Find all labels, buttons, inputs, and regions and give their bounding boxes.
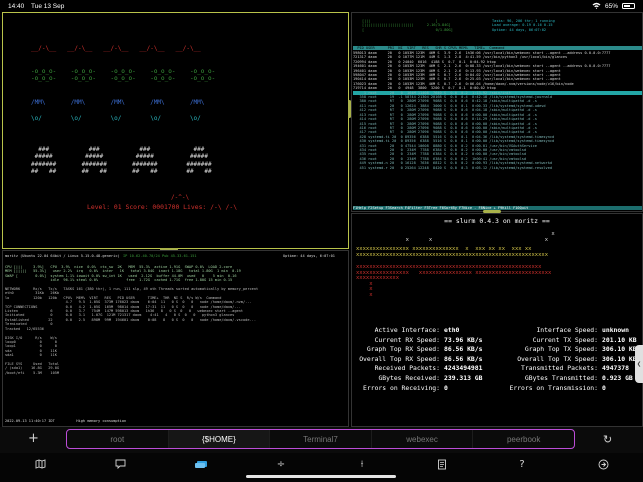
- htop-summary: Tasks: 96, 206 thr; 1 running Load avera…: [492, 19, 555, 32]
- slurm-stat-label: Errors on Transmission:: [509, 383, 599, 392]
- slurm-stat-value: unknown: [602, 326, 629, 334]
- game-row: ##### ##### ##### #####: [31, 153, 209, 160]
- slurm-stat-row: Graph Top TX Speed: 306.10 KB: [502, 345, 637, 355]
- slurm-stat-row: Errors on Receiving: 0: [352, 384, 482, 394]
- game-row: -o_o_o- -o_o_o- -o_o_o- -o_o_o- -o_o_o-: [31, 75, 216, 82]
- slurm-stat-row: Overall Top RX Speed: 86.56 KB/s: [352, 355, 482, 365]
- slurm-stat-label: Overall Top TX Speed:: [517, 354, 598, 363]
- slurm-stat-row: Received Packets: 4243494981: [352, 364, 483, 374]
- divide-icon[interactable]: ÷: [273, 459, 289, 470]
- slurm-stat-row: Transmitted Packets: 4947378: [502, 364, 637, 374]
- slurm-stats-rx: Active Interface: eth0 Current RX Speed: 73…: [352, 326, 482, 393]
- glances-line: /boot/efi 5.3M 105M: [5, 370, 60, 375]
- tab-webexec[interactable]: webexec: [372, 430, 474, 448]
- glances-footer: 2022-09-13 11:40:17 IDT High memory cons…: [5, 419, 127, 423]
- status-left: 14:40 Tue 13 Sep: [8, 3, 69, 10]
- split-icon[interactable]: ⟊: [354, 459, 370, 470]
- slurm-stat-label: Received Packets:: [374, 364, 440, 373]
- slurm-stat-value: 86.56 KB/s: [444, 345, 483, 354]
- htop-cpu-bars: [||| ] [||||||||||||||||||||||| 2.16/3.8…: [362, 19, 453, 32]
- slurm-stat-row: Overall Top TX Speed: 306.10 KB: [502, 354, 637, 365]
- tab-bar: + root {$HOME} Terminal7 webexec peerbook ↻: [0, 427, 643, 453]
- status-right: 65%: [592, 2, 635, 11]
- htop-process-list[interactable]: 598013 daxm 20 0 1053M 123M 46M S 3.9 2.…: [353, 51, 642, 170]
- pane-game[interactable]: __/-\__ __/-\__ __/-\__ __/-\__ __/-\__ -…: [2, 12, 349, 249]
- home-indicator[interactable]: [246, 475, 396, 478]
- log-icon[interactable]: [434, 459, 450, 473]
- tab-home[interactable]: {$HOME}: [168, 430, 271, 448]
- keyboard-icon[interactable]: [193, 459, 209, 472]
- refresh-icon[interactable]: ↻: [603, 433, 612, 446]
- slurm-stat-row: Errors on Transmission: 0: [502, 384, 637, 394]
- slurm-stat-value: eth0: [444, 326, 460, 334]
- game-row: \o/ \o/ \o/ \o/ \o/: [31, 115, 201, 122]
- glances-uptime: Uptime: 44 days, 6:07:01: [283, 254, 335, 258]
- glances-ip: IP 10.62.40.70/24 Pub 45.33.61.151: [123, 254, 197, 258]
- slurm-graph-markers: x x x x: [405, 231, 555, 243]
- glances-body: CPU [||| 3.9%] CPU 3.9% nice 0.0% ctx_sw…: [5, 265, 348, 375]
- game-row: __/-\__ __/-\__ __/-\__ __/-\__ __/-\__: [31, 45, 201, 52]
- status-bar: 14:40 Tue 13 Sep 65%: [0, 0, 643, 12]
- add-tab-icon[interactable]: +: [28, 431, 39, 446]
- slurm-stat-label: Errors on Receiving:: [363, 383, 440, 392]
- slurm-stat-value: 239.313 GB: [444, 373, 483, 382]
- slurm-stat-row: Interface Speed: unknown: [502, 326, 637, 336]
- htop-process-row[interactable]: 451 systemd-r 20 0 25264 12248 8420 S 0.…: [353, 166, 642, 170]
- game-row: /MM\ /MM\ /MM\ /MM\ /MM\: [31, 99, 205, 106]
- slurm-stat-row: Current RX Speed: 73.96 KB/s: [352, 335, 483, 346]
- pane-glances[interactable]: moritz (Ubuntu 22.04 64bit / Linux 5.15.…: [2, 250, 349, 427]
- status-time: 14:40: [8, 2, 25, 10]
- slurm-graph-rx: xxxxxxxxxxxxxxxxxxxxxxxxxxxxxxxxxxxxxxxx…: [356, 264, 552, 298]
- pane-htop[interactable]: [||| ] [||||||||||||||||||||||| 2.16/3.8…: [351, 12, 643, 212]
- map-icon[interactable]: [32, 459, 48, 472]
- tab-peerbook[interactable]: peerbook: [473, 430, 574, 448]
- slurm-stat-label: Current RX Speed:: [374, 335, 440, 344]
- tab-terminal7[interactable]: Terminal7: [270, 430, 372, 448]
- slurm-stat-label: Transmitted Packets:: [521, 364, 598, 373]
- battery-percent: 65%: [604, 2, 618, 10]
- slurm-stat-value: 0.923 GB: [602, 373, 633, 382]
- slurm-stat-label: Graph Top RX Speed:: [366, 345, 440, 354]
- slurm-stat-label: Graph Top TX Speed:: [524, 345, 598, 354]
- slurm-stat-row: Active Interface: eth0: [352, 326, 482, 336]
- game-row: ## ## ## ## ## ## ## ##: [31, 168, 212, 175]
- slurm-stat-value: 4947378: [602, 364, 629, 373]
- slurm-stat-value: 0: [602, 383, 606, 392]
- htop-column-header: PID USER PRI NI VIRT RES SHR S CPU% MEM%…: [353, 46, 642, 51]
- htop-process-row[interactable]: 194601 daxm 20 0 1053M 123M 46M S 2.1 2.…: [353, 64, 642, 68]
- tab-list: root {$HOME} Terminal7 webexec peerbook: [66, 429, 575, 449]
- tab-root[interactable]: root: [67, 430, 169, 448]
- slurm-stat-label: Interface Speed:: [536, 326, 598, 334]
- slurm-stat-value: 86.56 KB/s: [444, 354, 483, 363]
- slurm-stat-label: Active Interface:: [374, 326, 440, 334]
- slurm-stat-row: Current TX Speed: 201.10 KB: [502, 336, 637, 346]
- slurm-stat-row: GBytes Received: 239.313 GB: [352, 374, 482, 384]
- slurm-stat-value: 73.96 KB/s: [444, 335, 483, 344]
- pane-slurm[interactable]: == slurm 0.4.3 on moritz == x x x x xxxx…: [351, 213, 643, 427]
- slurm-stat-label: Current TX Speed:: [532, 335, 598, 344]
- wifi-icon: [592, 2, 601, 11]
- game-status-line: Level: 01 Score: 0001700 Lives: /-\ /-\: [87, 203, 238, 211]
- help-icon[interactable]: ?: [514, 459, 530, 470]
- slurm-stat-value: 0: [444, 383, 448, 392]
- game-player: /-^-\: [171, 194, 190, 201]
- battery-icon: [622, 3, 635, 9]
- slurm-stat-row: Graph Top RX Speed: 86.56 KB/s: [352, 345, 483, 355]
- slurm-stat-label: Overall Top RX Speed:: [359, 354, 440, 363]
- settings-icon[interactable]: [595, 459, 611, 473]
- slurm-stat-value: 306.10 KB: [602, 345, 637, 354]
- slurm-stat-label: GBytes Received:: [378, 373, 440, 382]
- slurm-title: == slurm 0.4.3 on moritz ==: [444, 217, 550, 225]
- slurm-stat-row: GBytes Transmitted: 0.923 GB: [502, 374, 637, 384]
- chat-icon[interactable]: [112, 459, 128, 472]
- status-date: Tue 13 Sep: [30, 2, 65, 10]
- slurm-stat-label: GBytes Transmitted:: [524, 373, 598, 382]
- side-panel-handle[interactable]: ❮: [635, 345, 643, 383]
- slurm-stat-value: 4243494981: [444, 364, 483, 373]
- slurm-graph-tx: xxxxxxxxxxxxxxxx xxxxxxxxxxxxxx x xxx xx…: [356, 246, 549, 258]
- slurm-stat-value: 201.10 KB: [602, 335, 637, 344]
- glances-title: moritz (Ubuntu 22.04 64bit / Linux 5.15.…: [5, 254, 120, 258]
- slurm-stats-tx: Interface Speed: unknown Current TX Speed:…: [502, 326, 637, 393]
- slurm-stat-value: 306.10 KB: [602, 354, 637, 363]
